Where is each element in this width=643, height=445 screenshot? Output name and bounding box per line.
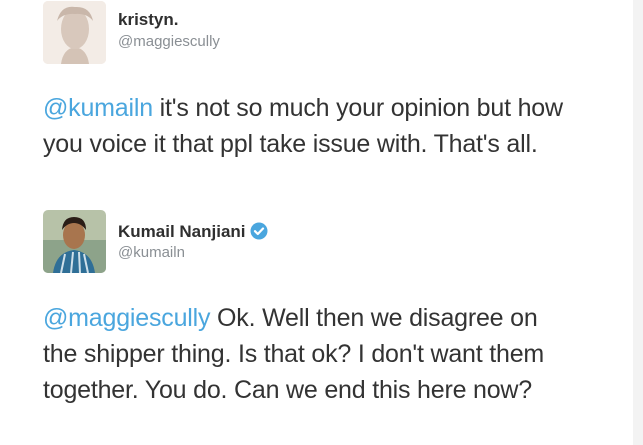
tweet-text: @maggiescully Ok. Well then we disagree … [43,300,563,408]
verified-badge-icon [250,222,268,245]
user-handle[interactable]: @kumailn [118,244,185,261]
avatar[interactable] [43,1,106,64]
display-name[interactable]: Kumail Nanjiani [118,222,268,245]
scroll-edge [633,0,643,445]
user-avatar-photo-icon [43,1,106,64]
mention-link[interactable]: @maggiescully [43,304,210,332]
display-name[interactable]: kristyn. [118,10,178,30]
display-name-text[interactable]: Kumail Nanjiani [118,222,246,241]
mention-link[interactable]: @kumailn [43,94,153,122]
user-avatar-photo-icon [43,210,106,273]
tweet-text: @kumailn it's not so much your opinion b… [43,90,563,162]
avatar[interactable] [43,210,106,273]
user-handle[interactable]: @maggiescully [118,33,220,50]
